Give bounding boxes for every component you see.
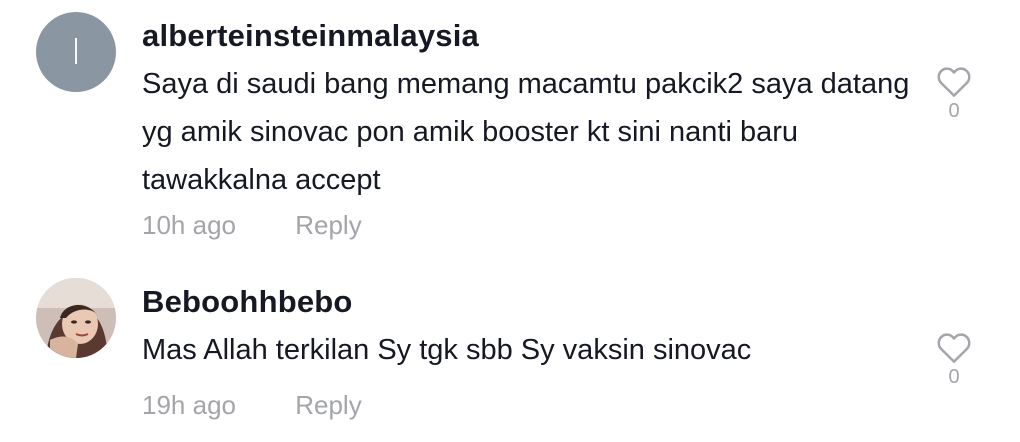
like-count: 0 bbox=[948, 100, 960, 122]
comment-meta: 19h ago Reply bbox=[142, 390, 362, 421]
avatar-initial: I bbox=[70, 31, 82, 73]
comment-meta: 10h ago Reply bbox=[142, 210, 362, 241]
comment-text: Saya di saudi bang memang macamtu pakcik… bbox=[142, 68, 910, 196]
heart-outline-icon bbox=[937, 333, 971, 363]
reply-button[interactable]: Reply bbox=[295, 390, 361, 420]
comment-username[interactable]: alberteinsteinmalaysia bbox=[142, 18, 479, 54]
heart-outline-icon bbox=[937, 67, 971, 97]
like-count: 0 bbox=[948, 366, 960, 388]
comment-text: Mas Allah terkilan Sy tgk sbb Sy vaksin … bbox=[142, 334, 752, 366]
like-button[interactable]: 0 bbox=[934, 64, 974, 123]
avatar[interactable] bbox=[36, 278, 116, 358]
comment-item: Beboohhbebo Mas Allah terkilan Sy tgk sb… bbox=[0, 260, 1020, 442]
comment-item: I alberteinsteinmalaysia Saya di saudi b… bbox=[0, 0, 1020, 260]
profile-photo-icon bbox=[36, 278, 116, 358]
avatar[interactable]: I bbox=[36, 12, 116, 92]
reply-button[interactable]: Reply bbox=[295, 210, 361, 240]
comment-timestamp: 19h ago bbox=[142, 390, 236, 420]
comment-username[interactable]: Beboohhbebo bbox=[142, 284, 353, 320]
like-button[interactable]: 0 bbox=[934, 330, 974, 389]
comments-list: I alberteinsteinmalaysia Saya di saudi b… bbox=[0, 0, 1020, 442]
comment-timestamp: 10h ago bbox=[142, 210, 236, 240]
